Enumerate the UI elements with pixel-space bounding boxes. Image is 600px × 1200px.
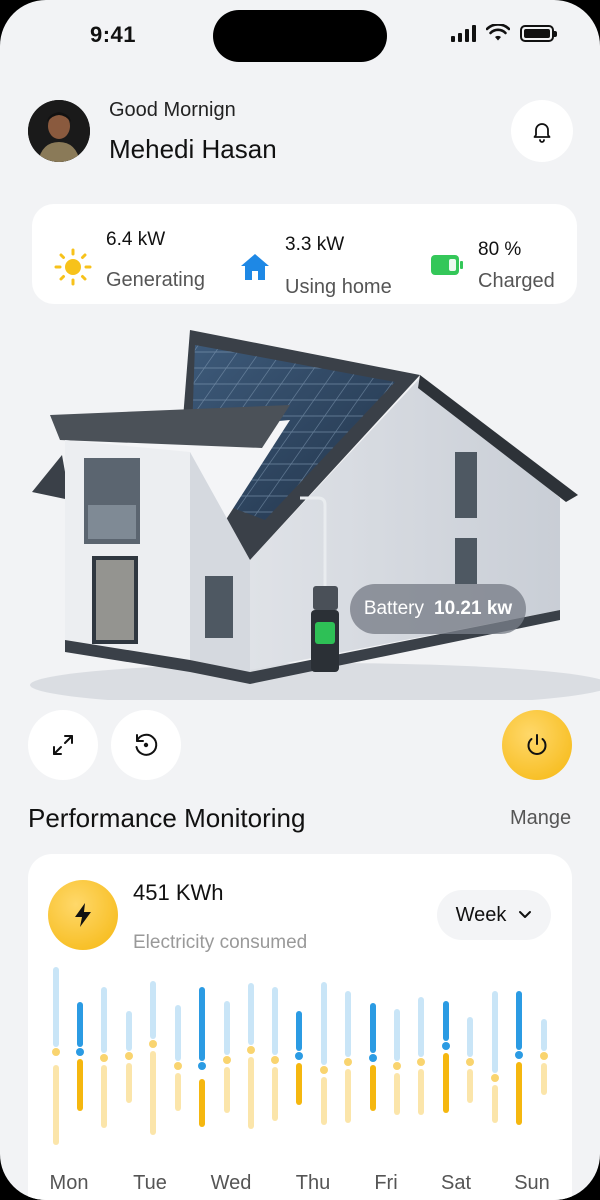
using-home-value: 3.3 kW xyxy=(285,234,345,255)
notifications-button[interactable] xyxy=(511,100,573,162)
app-screen: 9:41 Good Mornign Mehedi Hasan 6.4 kW Ge… xyxy=(0,0,600,1200)
avatar[interactable] xyxy=(28,100,90,162)
energy-stats-card: 6.4 kW Generating 3.3 kW Using home 80 %… xyxy=(32,204,577,304)
battery-status-icon xyxy=(520,24,557,42)
dynamic-island xyxy=(213,10,387,62)
status-time: 9:41 xyxy=(90,22,137,47)
using-home-label: Using home xyxy=(285,276,392,298)
day-label-fri: Fri xyxy=(374,1172,398,1194)
bolt-badge xyxy=(48,880,118,950)
chevron-down-icon xyxy=(519,911,532,918)
energy-label: Electricity consumed xyxy=(133,932,308,953)
manage-link[interactable]: Mange xyxy=(510,807,571,830)
day-label-mon: Mon xyxy=(49,1172,89,1194)
greeting-text: Good Mornign xyxy=(109,99,236,121)
period-select[interactable]: Week xyxy=(437,890,551,940)
power-icon xyxy=(527,734,547,755)
energy-value: 451 KWh xyxy=(133,880,224,905)
wifi-icon xyxy=(486,24,510,41)
battery-badge: Battery 10.21 kw xyxy=(350,584,526,634)
generating-value: 6.4 kW xyxy=(106,229,166,250)
day-label-tue: Tue xyxy=(133,1172,167,1194)
rotate-icon xyxy=(135,733,158,756)
battery-badge-label: Battery xyxy=(363,598,425,619)
charged-value: 80 % xyxy=(478,239,522,260)
period-select-value: Week xyxy=(455,903,507,926)
bell-icon xyxy=(533,123,551,143)
home-icon xyxy=(239,252,271,287)
lightning-icon xyxy=(75,903,91,927)
battery-badge-value: 10.21 kw xyxy=(434,598,513,619)
signal-icon xyxy=(451,24,476,42)
section-title: Performance Monitoring xyxy=(28,803,306,833)
status-icons xyxy=(451,24,557,42)
charged-label: Charged xyxy=(478,270,555,292)
house-illustration xyxy=(30,330,600,700)
sun-icon xyxy=(54,248,92,291)
generating-label: Generating xyxy=(106,269,205,291)
rotate-button[interactable] xyxy=(111,710,181,780)
user-name: Mehedi Hasan xyxy=(109,134,277,164)
power-button[interactable] xyxy=(502,710,572,780)
expand-button[interactable] xyxy=(28,710,98,780)
day-label-sat: Sat xyxy=(440,1172,472,1194)
performance-card: 451 KWh Electricity consumed Week xyxy=(28,854,572,1200)
day-label-thu: Thu xyxy=(295,1172,331,1194)
day-label-sun: Sun xyxy=(514,1172,550,1194)
battery-icon xyxy=(430,254,464,281)
day-label-wed: Wed xyxy=(210,1172,252,1194)
expand-icon xyxy=(53,735,73,755)
